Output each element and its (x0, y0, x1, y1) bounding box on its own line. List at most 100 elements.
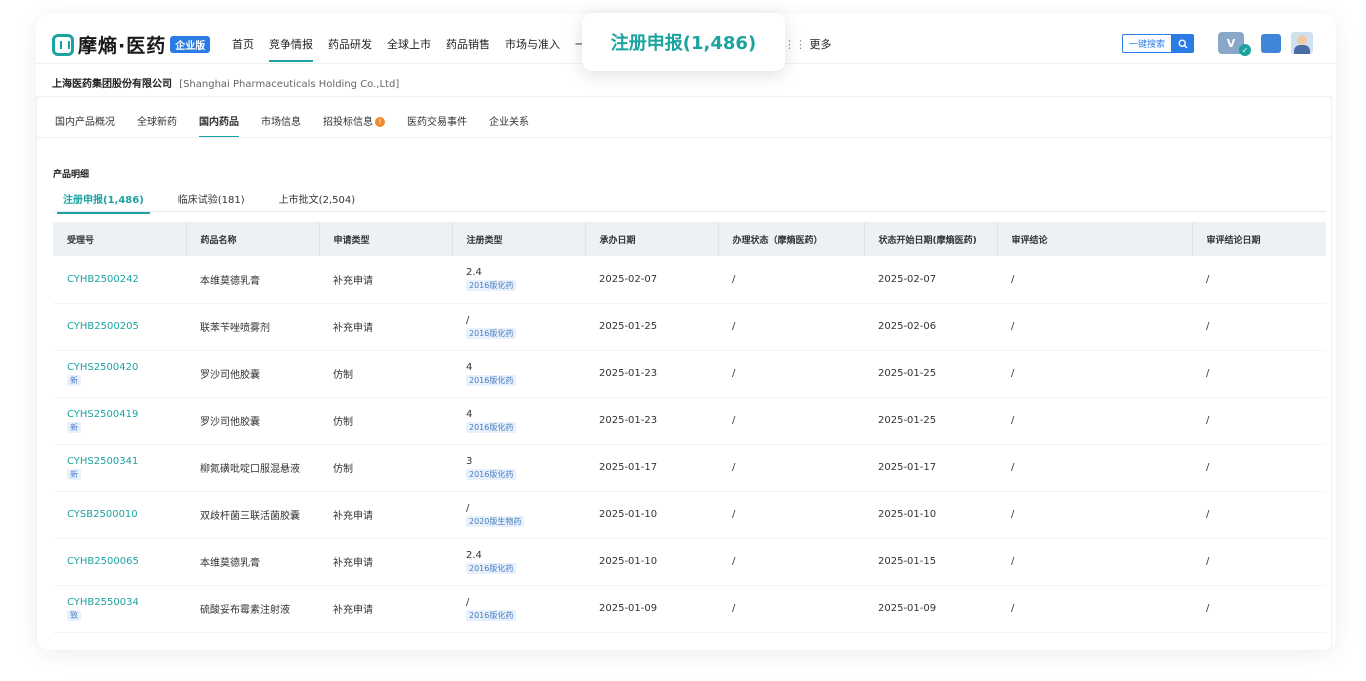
tab-1[interactable]: 全球新药 (137, 113, 177, 138)
tab-6[interactable]: 企业关系 (489, 113, 529, 138)
cell-apply-type: 补充申请 (319, 491, 452, 539)
cell-reg-type: 4 2016版化药 (452, 350, 585, 398)
cell-reg-type: /2020版生物药 (452, 491, 585, 539)
cell-acceptance-no: CYHB2500242 (53, 256, 186, 304)
column-header[interactable]: 审评结论 (997, 222, 1193, 256)
nav-item-5[interactable]: 市场与准入 (505, 36, 560, 62)
cell-acceptance-no: CYHS2500419 新 (53, 397, 186, 445)
cell-status: / (718, 491, 864, 539)
cell-status-date: 2025-02-07 (864, 256, 997, 304)
nav-item-3[interactable]: 全球上市 (387, 36, 431, 62)
cell-conclusion: / (997, 397, 1192, 445)
cell-reg-type: /2016版化药 (452, 585, 585, 633)
tab-label: 企业关系 (489, 117, 529, 128)
cell-drug-name: 硫酸妥布霉素注射液 (186, 585, 319, 633)
cell-conclusion-date: / (1192, 397, 1326, 445)
cell-apply-type: 仿制 (319, 350, 452, 398)
cell-accept-date: 2025-01-23 (585, 397, 718, 445)
reg-type-value: 3 (466, 455, 473, 467)
nav-item-1[interactable]: 竞争情报 (269, 36, 313, 62)
table-row[interactable]: CYHB2450620 / (53, 632, 1326, 650)
cell-apply-type (319, 632, 452, 650)
acceptance-no-link[interactable]: CYHB2500205 (67, 321, 172, 332)
acceptance-no-link[interactable]: CYHS2500419 (67, 409, 172, 420)
acceptance-no-link[interactable]: CYHS2500420 (67, 362, 172, 373)
cell-reg-type: 3 2016版化药 (452, 444, 585, 492)
cell-conclusion-date (1192, 632, 1326, 650)
cell-apply-type: 补充申请 (319, 303, 452, 351)
reg-type-value: / (466, 596, 470, 608)
cell-apply-type: 仿制 (319, 397, 452, 445)
acceptance-no-link[interactable]: CYHB2550034 (67, 597, 172, 608)
column-header[interactable]: 受理号 (53, 222, 187, 256)
reg-type-tag: 2016版化药 (466, 562, 517, 574)
cell-conclusion: / (997, 538, 1192, 586)
company-name-en: [Shanghai Pharmaceuticals Holding Co.,Lt… (179, 79, 400, 90)
tab-2[interactable]: 国内药品 (199, 113, 239, 138)
cell-status-date: 2025-02-06 (864, 303, 997, 351)
table-header-row: 受理号 药品名称 申请类型 注册类型 承办日期 办理状态（摩熵医药） 状态开始日期(摩熵医药… (53, 222, 1326, 256)
column-header[interactable]: 申请类型 (319, 222, 453, 256)
cell-status: / (718, 303, 864, 351)
reg-type-value: / (466, 502, 470, 514)
tab-5[interactable]: 医药交易事件 (407, 113, 467, 138)
table-row[interactable]: CYHS2500420 新罗沙司他胶囊 仿制 4 2016版化药 2025-01-23/2… (53, 350, 1326, 398)
cell-acceptance-no: CYHB2500065 (53, 538, 186, 586)
column-header[interactable]: 药品名称 (186, 222, 320, 256)
column-header[interactable]: 承办日期 (585, 222, 719, 256)
table-row[interactable]: CYHS2500419 新罗沙司他胶囊 仿制 4 2016版化药 2025-01-23/2… (53, 397, 1326, 445)
nav-item-4[interactable]: 药品销售 (446, 36, 490, 62)
cell-conclusion-date: / (1192, 491, 1326, 539)
cell-drug-name (186, 632, 319, 650)
table-row[interactable]: CYHB2500242 本维莫德乳膏 补充申请 2.4 2016版化药 2025-02-0… (53, 256, 1326, 304)
row-badge: 新 (67, 468, 81, 480)
cell-conclusion-date: / (1192, 256, 1326, 304)
cell-reg-type: /2016版化药 (452, 303, 585, 351)
cell-status: / (718, 538, 864, 586)
cell-status-date: 2025-01-10 (864, 491, 997, 539)
acceptance-no-link[interactable]: CYHB2500242 (67, 274, 172, 285)
cell-status-date: 2025-01-17 (864, 444, 997, 492)
cell-status-date (864, 632, 997, 650)
avatar[interactable] (1291, 32, 1313, 54)
column-header[interactable]: 注册类型 (452, 222, 586, 256)
table-row[interactable]: CYHB2550034 致硫酸妥布霉素注射液 补充申请/2016版化药 2025-01… (53, 585, 1326, 633)
quick-search-button[interactable]: 一键搜索 (1122, 34, 1195, 53)
column-header[interactable]: 审评结论日期 (1192, 222, 1326, 256)
acceptance-no-link[interactable]: CYHS2500341 (67, 456, 172, 467)
cell-conclusion: / (997, 256, 1192, 304)
cell-status: / (718, 444, 864, 492)
edition-badge: 企业版 (170, 36, 211, 53)
table-row[interactable]: CYSB2500010 双歧杆菌三联活菌胶囊 补充申请/2020版生物药 2025-0… (53, 491, 1326, 539)
book-icon[interactable] (1261, 34, 1281, 53)
logo[interactable]: 摩熵·医药 企业版 (52, 31, 211, 58)
divider (53, 211, 1326, 212)
cell-reg-type: 2.4 2016版化药 (452, 538, 585, 586)
cell-acceptance-no: CYHB2450620 (53, 632, 186, 650)
nav-item-0[interactable]: 首页 (232, 36, 254, 62)
table-row[interactable]: CYHS2500341 新柳氮磺吡啶口服混悬液 仿制 3 2016版化药 2025-01-… (53, 444, 1326, 492)
section-title: 产品明细 (53, 170, 90, 180)
cell-status: / (718, 350, 864, 398)
cell-accept-date: 2025-01-25 (585, 303, 718, 351)
cell-status-date: 2025-01-25 (864, 350, 997, 398)
nav-item-2[interactable]: 药品研发 (328, 36, 372, 62)
table-row[interactable]: CYHB2500205 联苯苄唑喷雾剂 补充申请/2016版化药 2025-01-25… (53, 303, 1326, 351)
column-header[interactable]: 状态开始日期(摩熵医药) (864, 222, 998, 256)
cell-conclusion: / (997, 303, 1192, 351)
tab-4[interactable]: 招投标信息! (323, 113, 385, 138)
table-row[interactable]: CYHB2500065 本维莫德乳膏 补充申请 2.4 2016版化药 2025-01-1… (53, 538, 1326, 586)
acceptance-no-link[interactable]: CYHB2500065 (67, 556, 172, 567)
reg-type-value: 2.4 (466, 549, 482, 561)
acceptance-no-link[interactable]: CYSB2500010 (67, 509, 172, 520)
cell-acceptance-no: CYHB2500205 (53, 303, 186, 351)
cell-conclusion: / (997, 585, 1192, 633)
tab-label: 国内药品 (199, 117, 239, 128)
tab-label: 医药交易事件 (407, 117, 467, 128)
nav-more[interactable]: ⋮⋮ 更多 (784, 36, 832, 52)
company-title: 上海医药集团股份有限公司 [Shanghai Pharmaceuticals H… (52, 75, 399, 90)
tab-3[interactable]: 市场信息 (261, 113, 301, 138)
column-header[interactable]: 办理状态（摩熵医药） (718, 222, 865, 256)
reg-type-tag: 2016版化药 (466, 609, 517, 621)
tab-0[interactable]: 国内产品概况 (55, 113, 115, 138)
